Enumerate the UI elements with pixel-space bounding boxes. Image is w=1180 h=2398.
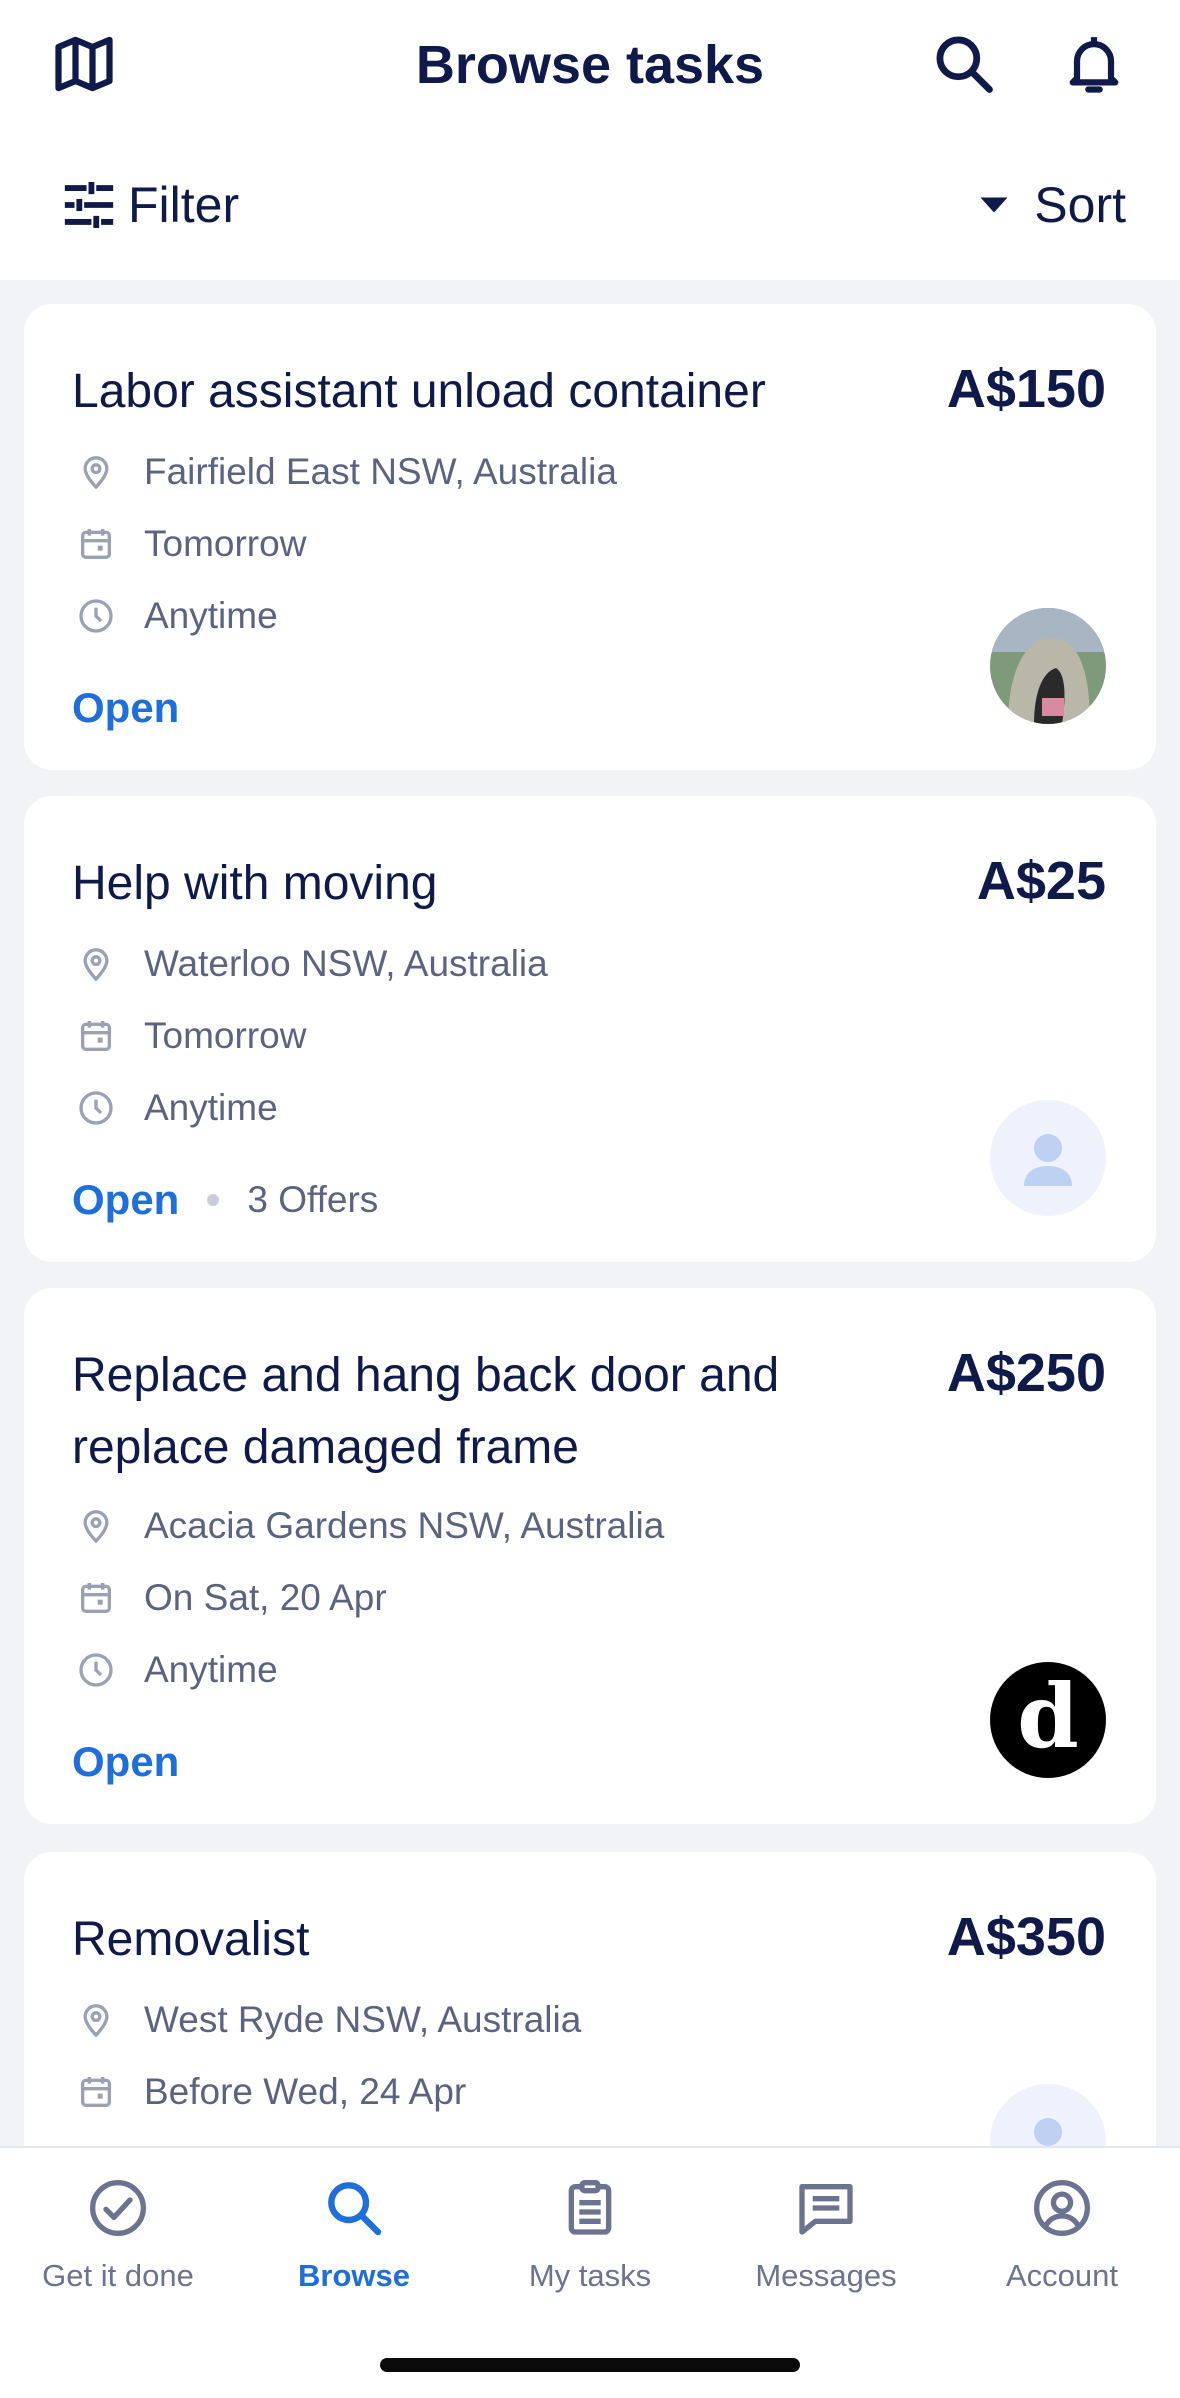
tab-label: Account xyxy=(1005,2258,1118,2293)
check-circle-icon xyxy=(86,2176,150,2240)
task-location: Fairfield East NSW, Australia xyxy=(144,451,617,492)
poster-avatar[interactable] xyxy=(990,608,1106,724)
task-card[interactable]: Replace and hang back door and replace d… xyxy=(24,1288,1156,1824)
task-date-row: Before Wed, 24 Apr xyxy=(72,2062,466,2122)
task-price: A$25 xyxy=(976,851,1106,911)
task-card[interactable]: Help with moving A$25 Waterloo NSW, Aust… xyxy=(24,796,1156,1262)
task-date: Tomorrow xyxy=(144,523,307,564)
task-date: Before Wed, 24 Apr xyxy=(144,2071,467,2112)
task-location-row: Acacia Gardens NSW, Australia xyxy=(72,1496,664,1556)
task-location-row: Fairfield East NSW, Australia xyxy=(72,442,617,502)
task-status: Open xyxy=(72,1176,180,1223)
task-title: Removalist xyxy=(72,1913,310,1966)
task-time: Anytime xyxy=(144,1649,278,1690)
task-status-row: Open xyxy=(72,1732,179,1792)
top-bar: Browse tasks Filter Sort xyxy=(0,0,1180,280)
task-list: Labor assistant unload container A$150 F… xyxy=(0,280,1180,2146)
home-indicator xyxy=(380,2358,800,2372)
task-location: Acacia Gardens NSW, Australia xyxy=(144,1505,665,1546)
calendar-icon xyxy=(72,520,120,568)
avatar-logo-letter: d xyxy=(1017,1664,1079,1768)
sort-button[interactable]: Sort xyxy=(976,170,1126,240)
clock-icon xyxy=(72,1646,120,1694)
filter-label: Filter xyxy=(128,177,240,233)
poster-avatar[interactable]: d xyxy=(990,1662,1106,1778)
clock-icon xyxy=(72,1084,120,1132)
tab-label: My tasks xyxy=(528,2258,652,2293)
task-card[interactable]: Removalist A$350 West Ryde NSW, Australi… xyxy=(24,1852,1156,2146)
task-status-row: Open 3 Offers xyxy=(72,1170,378,1230)
calendar-icon xyxy=(72,2068,120,2116)
clock-icon xyxy=(72,592,120,640)
location-pin-icon xyxy=(72,940,120,988)
default-avatar-icon[interactable] xyxy=(990,2084,1106,2146)
task-time: Anytime xyxy=(144,595,278,636)
task-title: Replace and hang back door and replace d… xyxy=(72,1349,780,1474)
task-date-row: Tomorrow xyxy=(72,514,306,574)
location-pin-icon xyxy=(72,1502,120,1550)
task-date-row: On Sat, 20 Apr xyxy=(72,1568,387,1628)
location-pin-icon xyxy=(72,448,120,496)
separator-dot xyxy=(207,1194,220,1206)
tab-browse[interactable]: Browse xyxy=(236,2168,472,2318)
task-location: Waterloo NSW, Australia xyxy=(144,943,548,984)
calendar-icon xyxy=(72,1012,120,1060)
task-date: Tomorrow xyxy=(144,1015,307,1056)
task-location-row: West Ryde NSW, Australia xyxy=(72,1990,581,2050)
task-card[interactable]: Labor assistant unload container A$150 F… xyxy=(24,304,1156,770)
task-date-row: Tomorrow xyxy=(72,1006,306,1066)
calendar-icon xyxy=(72,1574,120,1622)
tab-label: Browse xyxy=(298,2258,410,2293)
task-status-row: Open xyxy=(72,678,179,738)
search-icon xyxy=(322,2176,386,2240)
tab-my-tasks[interactable]: My tasks xyxy=(472,2168,708,2318)
page-title: Browse tasks xyxy=(415,35,765,95)
task-date: On Sat, 20 Apr xyxy=(144,1577,387,1618)
task-time-row: Anytime xyxy=(72,1078,278,1138)
task-price: A$350 xyxy=(946,1907,1106,1967)
task-time-row: Anytime xyxy=(72,586,278,646)
message-icon xyxy=(794,2176,858,2240)
task-time-row: Anytime xyxy=(72,1640,278,1700)
tab-label: Get it done xyxy=(42,2258,194,2293)
task-location-row: Waterloo NSW, Australia xyxy=(72,934,548,994)
sliders-icon xyxy=(64,182,114,228)
task-price: A$150 xyxy=(946,359,1106,419)
task-location: West Ryde NSW, Australia xyxy=(144,1999,582,2040)
default-avatar-icon[interactable] xyxy=(990,1100,1106,1216)
tab-label: Messages xyxy=(755,2258,897,2293)
task-title: Help with moving xyxy=(72,857,438,910)
clipboard-icon xyxy=(558,2176,622,2240)
notification-bell-icon[interactable] xyxy=(1060,30,1128,98)
tab-get-it-done[interactable]: Get it done xyxy=(0,2168,236,2318)
task-status: Open xyxy=(72,684,180,731)
tab-messages[interactable]: Messages xyxy=(708,2168,944,2318)
task-status: Open xyxy=(72,1738,180,1785)
task-price: A$250 xyxy=(946,1343,1106,1403)
task-title: Labor assistant unload container xyxy=(72,365,766,418)
location-pin-icon xyxy=(72,1996,120,2044)
tab-account[interactable]: Account xyxy=(944,2168,1180,2318)
task-offers: 3 Offers xyxy=(247,1179,379,1220)
sort-label: Sort xyxy=(1034,177,1126,233)
account-icon xyxy=(1030,2176,1094,2240)
caret-down-icon xyxy=(980,197,1008,213)
task-time: Anytime xyxy=(144,1087,278,1128)
filter-button[interactable]: Filter xyxy=(60,170,239,240)
search-icon[interactable] xyxy=(930,30,998,98)
